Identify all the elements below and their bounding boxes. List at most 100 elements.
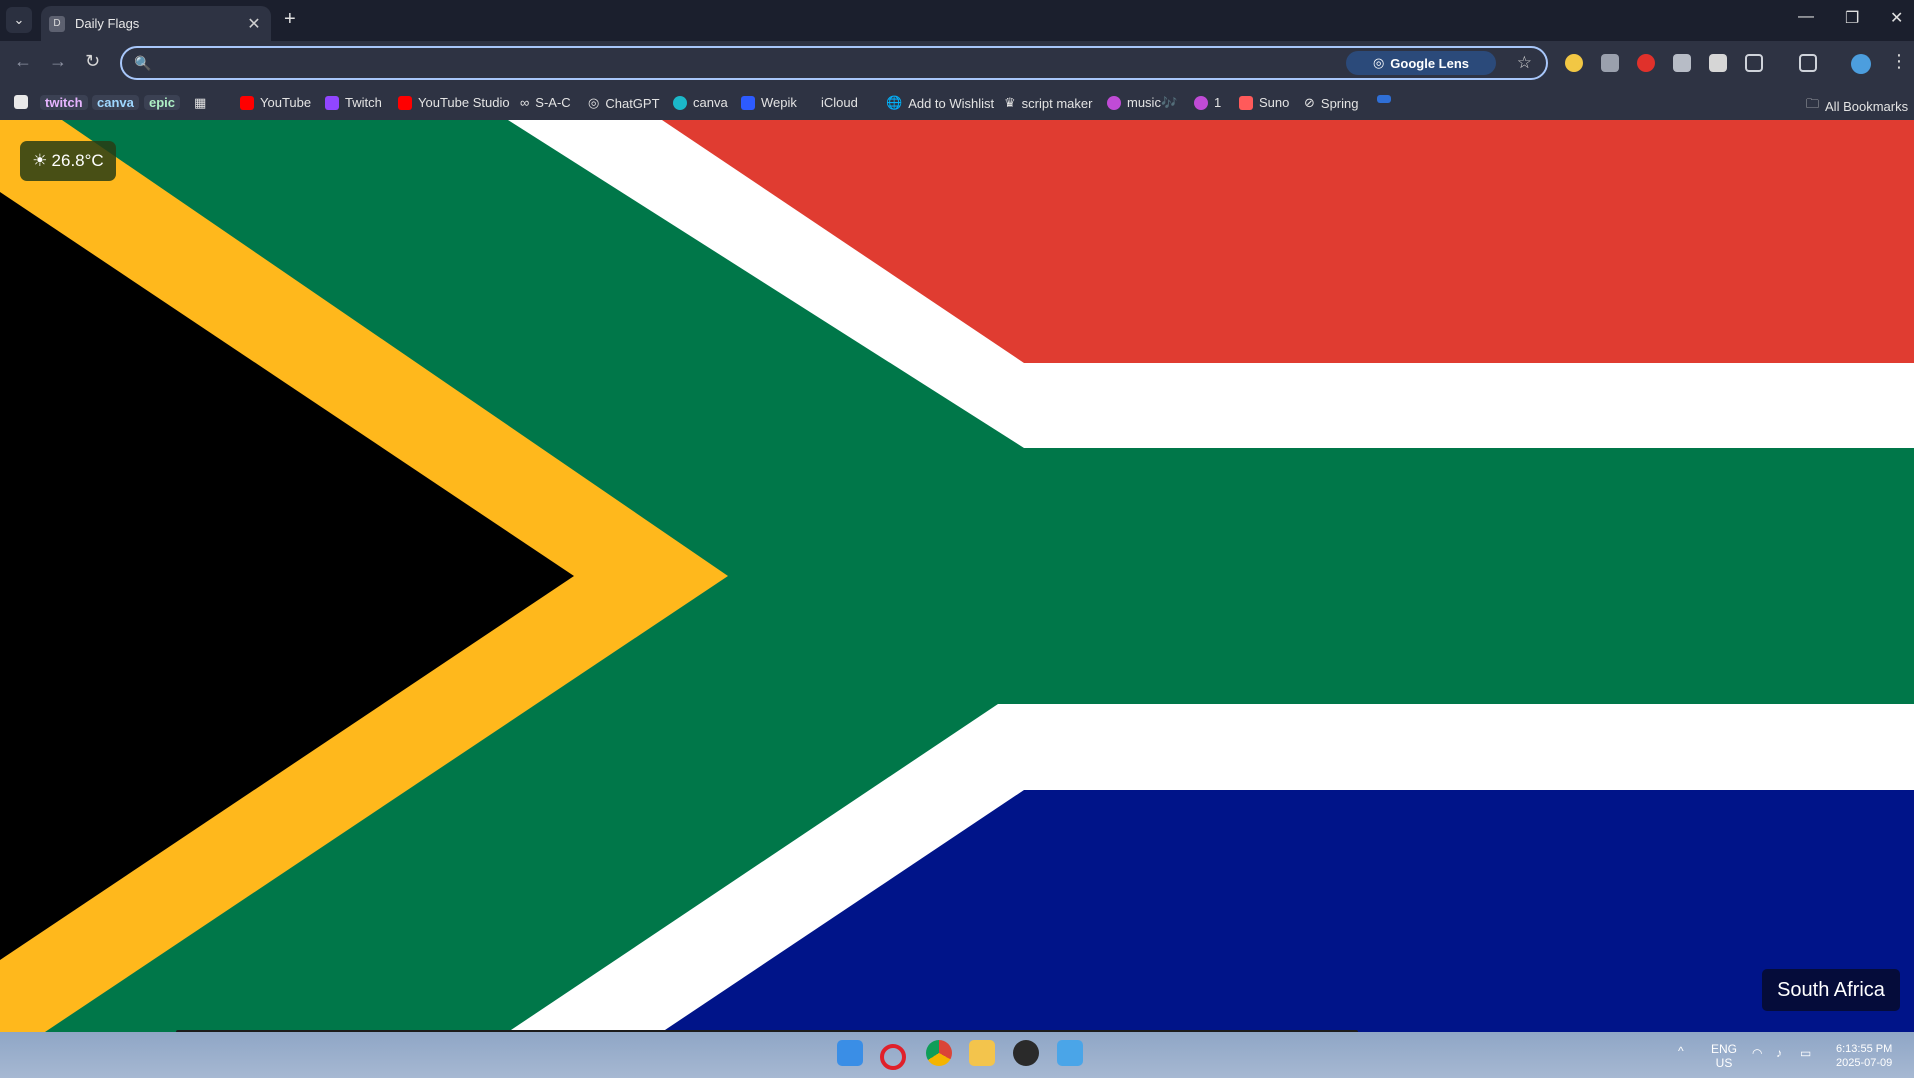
youtube-icon bbox=[398, 95, 412, 110]
reload-icon[interactable]: ↻ bbox=[85, 51, 100, 72]
search-icon: 🔍 bbox=[134, 55, 152, 71]
minimize-icon[interactable]: — bbox=[1798, 8, 1814, 26]
screenshot-icon[interactable] bbox=[1799, 54, 1817, 72]
spring-icon: ⊘ bbox=[1304, 95, 1315, 110]
clock[interactable]: 6:13:55 PM 2025-07-09 bbox=[1836, 1042, 1892, 1070]
music-icon bbox=[1194, 95, 1208, 110]
tab-daily-flags[interactable]: D Daily Flags ✕ bbox=[41, 6, 271, 41]
weather-badge: ☀ 26.8°C bbox=[20, 141, 116, 181]
globe-icon: 🌐 bbox=[886, 95, 903, 110]
extension-icon[interactable] bbox=[1637, 54, 1655, 72]
language-line1: ENG bbox=[1711, 1042, 1738, 1056]
profile-avatar[interactable] bbox=[1851, 54, 1871, 74]
bookmark-item[interactable]: Twitch bbox=[325, 95, 382, 110]
bookmark-label: canva bbox=[693, 95, 728, 110]
opera-icon[interactable] bbox=[880, 1044, 906, 1070]
all-bookmarks-button[interactable]: 🗀 All Bookmarks bbox=[1806, 95, 1908, 117]
google-lens-button[interactable]: ◎ Google Lens bbox=[1346, 51, 1496, 75]
bookmark-label: YouTube bbox=[260, 95, 312, 110]
bookmark-item[interactable]: iCloud bbox=[815, 95, 858, 110]
music-icon bbox=[1107, 96, 1121, 110]
canva-icon bbox=[673, 95, 687, 110]
bookmark-item[interactable]: ∞ S-A-C bbox=[520, 95, 571, 110]
twitch-icon bbox=[325, 95, 339, 110]
bookmark-item[interactable]: YouTube bbox=[240, 95, 311, 110]
tab-strip: ⌄ D Daily Flags ✕ + — ❐ ✕ bbox=[0, 0, 1914, 41]
extension-icon[interactable] bbox=[1601, 54, 1619, 72]
apps-grid-icon[interactable]: ▦ bbox=[194, 95, 206, 111]
youtube-icon bbox=[240, 95, 254, 110]
language-line2: US bbox=[1715, 1056, 1733, 1070]
tab-favicon: D bbox=[49, 15, 65, 32]
bookmark-item[interactable]: music🎶 bbox=[1107, 95, 1177, 111]
battery-icon[interactable]: ▭ bbox=[1800, 1046, 1811, 1060]
obs-icon[interactable] bbox=[1013, 1040, 1039, 1066]
bookmark-item[interactable]: ♛ script maker bbox=[1004, 95, 1092, 111]
bookmark-label: music🎶 bbox=[1127, 95, 1178, 110]
notepad-icon[interactable] bbox=[1057, 1040, 1083, 1066]
extension-icon[interactable] bbox=[1565, 54, 1583, 72]
wepik-icon bbox=[741, 95, 755, 110]
forward-icon[interactable]: → bbox=[49, 51, 67, 72]
bookmark-item[interactable]: twitch bbox=[40, 95, 88, 110]
bookmark-bar-icon[interactable] bbox=[14, 95, 28, 109]
infinity-icon: ∞ bbox=[520, 95, 530, 110]
all-bookmarks-label: All Bookmarks bbox=[1825, 98, 1909, 114]
bookmark-label: script maker bbox=[1021, 95, 1093, 111]
extension-icon[interactable] bbox=[1673, 54, 1691, 72]
bookmark-label: Twitch bbox=[345, 95, 382, 110]
google-lens-label: Google Lens bbox=[1390, 55, 1470, 71]
bookmark-item[interactable]: Wepik bbox=[741, 95, 797, 110]
bookmark-label: YouTube Studio bbox=[418, 95, 510, 110]
restore-icon[interactable]: ❐ bbox=[1845, 8, 1859, 28]
bookmark-label: 1 bbox=[1214, 95, 1222, 110]
clock-time: 6:13:55 PM bbox=[1836, 1043, 1893, 1055]
bookmark-item[interactable]: canva bbox=[673, 95, 728, 110]
bookmark-item[interactable]: canva bbox=[92, 95, 139, 110]
bookmark-star-icon[interactable]: ☆ bbox=[1517, 53, 1532, 73]
bookmark-item[interactable]: epic bbox=[144, 95, 181, 110]
new-tab-icon[interactable]: + bbox=[284, 8, 296, 31]
file-explorer-icon[interactable] bbox=[969, 1040, 995, 1066]
bookmarks-bar: twitch canva epic ▦ YouTube Twitch YouTu… bbox=[0, 87, 1914, 120]
overflow-bookmark-icon bbox=[1377, 95, 1391, 103]
chrome-icon[interactable] bbox=[926, 1040, 952, 1066]
windows-start-icon[interactable] bbox=[837, 1040, 863, 1066]
crown-icon: ♛ bbox=[1004, 95, 1016, 110]
lens-icon: ◎ bbox=[1372, 55, 1385, 70]
tray-chevron-icon[interactable]: ^ bbox=[1678, 1044, 1684, 1058]
bookmark-overflow-icon[interactable] bbox=[1377, 95, 1391, 103]
menu-kebab-icon[interactable]: ⋮ bbox=[1890, 51, 1908, 72]
bookmark-item[interactable]: ◎ ChatGPT bbox=[588, 95, 660, 111]
bookmark-label: Suno bbox=[1259, 95, 1290, 110]
wifi-icon[interactable]: ◠ bbox=[1752, 1046, 1762, 1060]
bookmark-item[interactable]: ⊘ Spring bbox=[1304, 95, 1358, 111]
bookmark-label: iCloud bbox=[821, 95, 858, 110]
bookmark-label: ChatGPT bbox=[605, 95, 660, 111]
bookmark-label: Spring bbox=[1320, 95, 1359, 111]
bookmark-label: Add to Wishlist bbox=[908, 95, 995, 111]
suno-icon bbox=[1239, 95, 1253, 110]
bookmark-label: S-A-C bbox=[535, 95, 571, 110]
language-indicator[interactable]: ENG US bbox=[1711, 1042, 1737, 1070]
tab-search-chevron-icon[interactable]: ⌄ bbox=[6, 7, 32, 33]
sun-icon: ☀ bbox=[32, 151, 48, 170]
bookmark-item[interactable]: YouTube Studio bbox=[398, 95, 510, 110]
folder-icon: 🗀 bbox=[1806, 96, 1820, 111]
tab-title: Daily Flags bbox=[75, 16, 140, 31]
chatgpt-icon: ◎ bbox=[588, 95, 600, 110]
bookmark-label: Wepik bbox=[761, 95, 797, 110]
extension-icon[interactable] bbox=[1709, 54, 1727, 72]
temperature-value: 26.8°C bbox=[51, 151, 104, 170]
volume-icon[interactable]: ♪ bbox=[1776, 1046, 1782, 1060]
back-icon[interactable]: ← bbox=[14, 51, 32, 72]
bookmark-item[interactable]: 🌐 Add to Wishlist bbox=[886, 95, 994, 111]
bookmark-item[interactable]: Suno bbox=[1239, 95, 1289, 110]
taskbar: ^ ENG US ◠ ♪ ▭ 6:13:55 PM 2025-07-09 bbox=[0, 1032, 1914, 1078]
bookmark-item[interactable]: 1 bbox=[1194, 95, 1221, 110]
tab-close-icon[interactable]: ✕ bbox=[243, 14, 265, 34]
address-bar[interactable]: 🔍 ⌖ ◎Google Lens ☆ bbox=[120, 46, 1548, 80]
close-window-icon[interactable]: ✕ bbox=[1890, 8, 1903, 28]
south-africa-flag bbox=[0, 120, 1914, 1032]
extensions-puzzle-icon[interactable] bbox=[1745, 54, 1763, 72]
